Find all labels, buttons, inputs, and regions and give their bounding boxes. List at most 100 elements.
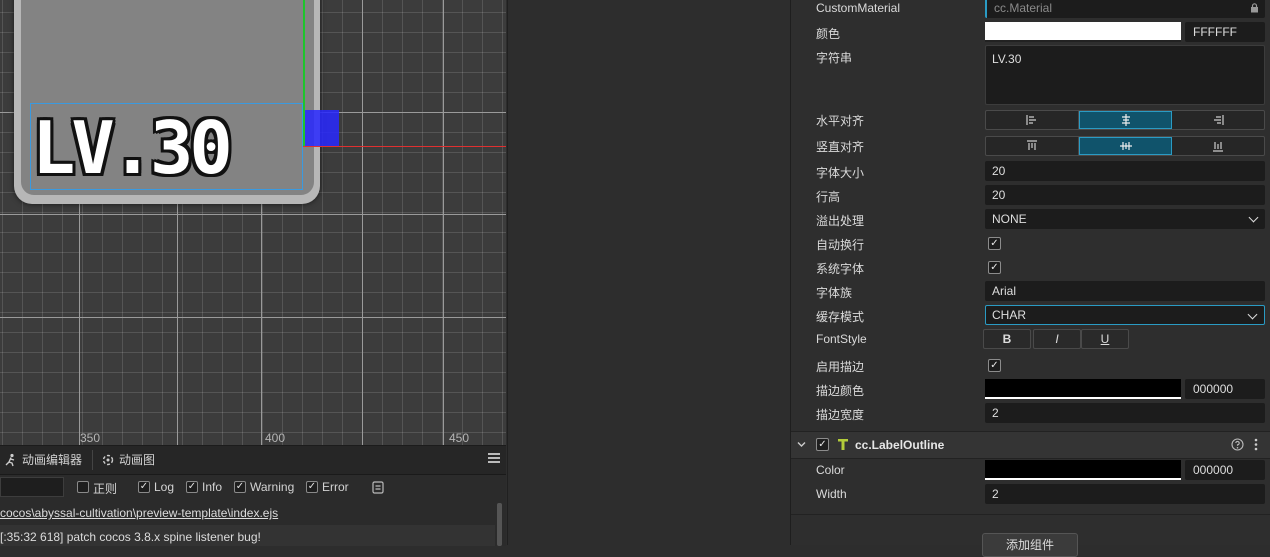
component-color-hex-input[interactable]: 000000 [1185,460,1265,480]
scene-label-text[interactable]: LV.30 [32,108,300,188]
custom-material-value: cc.Material [994,1,1053,15]
outline-color-swatch[interactable] [985,379,1181,399]
line-height-label: 行高 [816,190,841,204]
info-checkbox[interactable]: ✓ [186,481,198,493]
align-top-icon [1026,140,1037,150]
ruler-label: 450 [449,431,470,445]
regex-label: 正则 [93,482,118,496]
font-size-label: 字体大小 [816,166,865,180]
component-title: cc.LabelOutline [855,438,945,452]
component-enable-checkbox[interactable]: ✓ [816,438,829,451]
panel-tabbar: 动画编辑器 动画图 [0,446,506,475]
lock-icon [1251,3,1258,13]
help-icon[interactable] [1231,438,1244,451]
chevron-down-icon [1247,309,1258,320]
cache-mode-value: CHAR [992,308,1027,322]
overflow-value: NONE [992,212,1027,226]
log-checkbox[interactable]: ✓ [138,481,150,493]
align-right-button[interactable] [1172,111,1264,129]
align-left-button[interactable] [986,111,1079,129]
valign-segmented [985,136,1265,156]
chevron-down-icon [1248,212,1259,223]
more-vertical-icon[interactable] [1254,438,1258,451]
halign-label: 水平对齐 [816,114,865,128]
font-family-label: 字体族 [816,286,853,300]
align-right-icon [1214,115,1224,125]
warning-checkbox[interactable]: ✓ [234,481,246,493]
valign-label: 竖直对齐 [816,140,865,154]
error-checkbox[interactable]: ✓ [306,481,318,493]
console-panel: 动画编辑器 动画图 正则 ✓ Log ✓ Info ✓ Warning ✓ Er… [0,445,506,546]
console-search-input[interactable] [0,477,64,497]
overflow-label: 溢出处理 [816,214,865,228]
align-bottom-button[interactable] [1172,137,1264,155]
ruler-label: 400 [265,431,286,445]
line-height-input[interactable]: 20 [985,185,1265,205]
tab-divider [92,450,93,470]
align-middle-icon [1119,142,1132,150]
underline-button[interactable]: U [1081,329,1129,349]
log-link[interactable]: cocos\abyssal-cultivation\preview-templa… [0,506,278,520]
outline-enable-label: 启用描边 [816,360,865,374]
align-top-button[interactable] [986,137,1079,155]
system-font-checkbox[interactable]: ✓ [988,261,1001,274]
component-color-swatch[interactable] [985,460,1181,480]
font-size-input[interactable]: 20 [985,161,1265,181]
cache-mode-select[interactable]: CHAR [985,305,1265,325]
color-swatch[interactable] [985,22,1181,42]
info-label: Info [202,480,223,494]
color-hex-input[interactable]: FFFFFF [1185,22,1265,42]
align-bottom-icon [1213,142,1224,152]
custom-material-label: CustomMaterial [816,1,901,15]
graph-icon [102,454,114,466]
component-width-label: Width [816,487,847,501]
halign-segmented [985,110,1265,130]
overflow-select[interactable]: NONE [985,209,1265,229]
tab-animation-graph[interactable]: 动画图 [101,446,155,474]
clear-log-icon[interactable] [372,481,384,494]
align-left-icon [1026,115,1036,125]
string-label: 字符串 [816,51,853,65]
custom-material-field[interactable]: cc.Material [985,0,1265,18]
log-scrollbar[interactable] [497,503,502,546]
ruler-label: 350 [80,431,101,445]
font-family-input[interactable]: Arial [985,281,1265,301]
move-gizmo-handle[interactable] [305,110,339,146]
run-icon [5,453,15,467]
outline-color-hex-input[interactable]: 000000 [1185,379,1265,399]
component-color-label: Color [816,463,845,477]
add-component-button[interactable]: 添加组件 [982,533,1078,557]
section-divider [791,514,1270,515]
error-label: Error [322,480,349,494]
text-component-icon [838,439,848,450]
log-label: Log [154,480,175,494]
inspector-panel: CustomMaterial cc.Material 颜色 FFFFFF 字符串… [790,0,1270,557]
scene-view[interactable]: LV.30 350 400 450 [0,0,506,445]
log-line: [:35:32 618] patch cocos 3.8.x spine lis… [0,530,261,544]
wrap-checkbox[interactable]: ✓ [988,237,1001,250]
bold-button[interactable]: B [983,329,1031,349]
collapse-chevron-icon[interactable] [797,441,806,448]
color-label: 颜色 [816,27,841,41]
component-header[interactable]: ✓ cc.LabelOutline [791,431,1270,459]
align-center-icon [1121,114,1130,126]
component-width-input[interactable]: 2 [985,484,1265,504]
x-axis-gizmo[interactable] [303,146,506,147]
align-center-button[interactable] [1078,111,1173,129]
menu-icon[interactable] [488,453,500,463]
align-middle-button[interactable] [1078,137,1173,155]
outline-width-input[interactable]: 2 [985,403,1265,423]
warning-label: Warning [250,480,295,494]
cache-mode-label: 缓存模式 [816,310,865,324]
console-filter-bar: 正则 ✓ Log ✓ Info ✓ Warning ✓ Error [0,475,506,501]
regex-checkbox[interactable] [77,481,89,493]
system-font-label: 系统字体 [816,262,865,276]
italic-button[interactable]: I [1033,329,1081,349]
string-textarea[interactable]: LV.30 [985,45,1265,105]
outline-enable-checkbox[interactable]: ✓ [988,359,1001,372]
tab-label: 动画编辑器 [22,453,83,467]
outline-width-label: 描边宽度 [816,408,865,422]
font-style-label: FontStyle [816,332,867,346]
empty-panel [507,0,790,545]
tab-animation-editor[interactable]: 动画编辑器 [4,446,82,474]
